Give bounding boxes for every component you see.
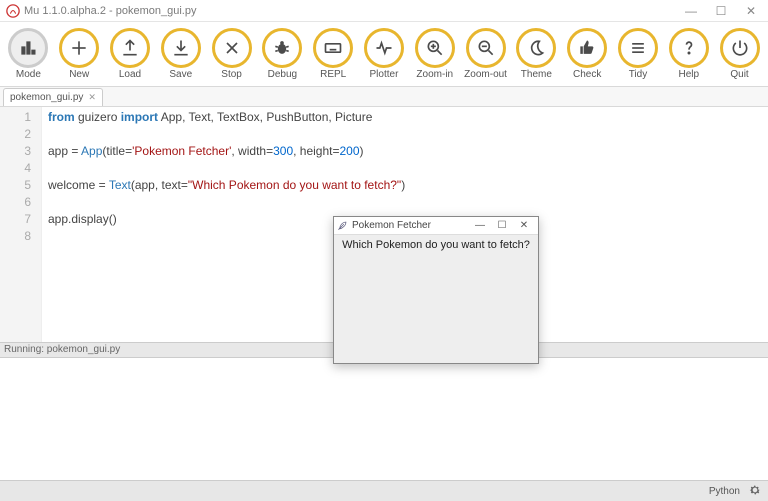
window-title: Mu 1.1.0.alpha.2 - pokemon_gui.py [24,5,676,17]
save-button[interactable]: Save [156,28,205,80]
zoom-in-label: Zoom-in [416,69,453,80]
power-icon [720,28,760,68]
question-icon [669,28,709,68]
quit-button[interactable]: Quit [715,28,764,80]
app-window[interactable]: Pokemon Fetcher — ☐ ✕ Which Pokemon do y… [333,216,539,364]
window-maximize-button[interactable]: ☐ [706,0,736,22]
mode-icon [8,28,48,68]
window-titlebar: Mu 1.1.0.alpha.2 - pokemon_gui.py — ☐ ✕ [0,0,768,22]
app-window-titlebar[interactable]: Pokemon Fetcher — ☐ ✕ [334,217,538,235]
stop-icon [212,28,252,68]
new-button[interactable]: New [55,28,104,80]
welcome-text: Which Pokemon do you want to fetch? [342,239,530,251]
tab-label: pokemon_gui.py [10,92,83,103]
zoom-out-icon [466,28,506,68]
check-button[interactable]: Check [563,28,612,80]
app-window-close[interactable]: ✕ [513,220,535,231]
help-label: Help [678,69,699,80]
list-icon [618,28,658,68]
quit-label: Quit [730,69,748,80]
load-button[interactable]: Load [106,28,155,80]
plus-icon [59,28,99,68]
zoom-in-button[interactable]: Zoom-in [410,28,459,80]
line-gutter: 12345678 [0,107,42,342]
plotter-label: Plotter [370,69,399,80]
repl-label: REPL [320,69,346,80]
tidy-label: Tidy [629,69,648,80]
stop-button[interactable]: Stop [207,28,256,80]
mode-label: Mode [16,69,41,80]
debug-label: Debug [268,69,297,80]
thumbs-up-icon [567,28,607,68]
app-logo-icon [6,4,20,18]
app-window-minimize[interactable]: — [469,220,491,231]
zoom-in-icon [415,28,455,68]
tidy-button[interactable]: Tidy [614,28,663,80]
tab-close-icon[interactable]: ✕ [88,93,96,102]
app-window-title: Pokemon Fetcher [352,220,469,231]
repl-button[interactable]: REPL [309,28,358,80]
new-label: New [69,69,89,80]
debug-button[interactable]: Debug [258,28,307,80]
upload-icon [110,28,150,68]
pulse-icon [364,28,404,68]
toolbar: Mode New Load Save Stop Debug REPL Plott… [0,22,768,87]
keyboard-icon [313,28,353,68]
zoom-out-button[interactable]: Zoom-out [461,28,510,80]
zoom-out-label: Zoom-out [464,69,507,80]
theme-label: Theme [521,69,552,80]
check-label: Check [573,69,601,80]
bug-icon [262,28,302,68]
plotter-button[interactable]: Plotter [360,28,409,80]
settings-gear-icon[interactable] [748,483,762,500]
feather-icon [337,220,348,231]
output-panel[interactable] [0,358,768,480]
download-icon [161,28,201,68]
mode-button[interactable]: Mode [4,28,53,80]
load-label: Load [119,69,141,80]
running-text: Running: pokemon_gui.py [4,344,120,355]
save-label: Save [169,69,192,80]
footer: Python [0,480,768,501]
tab-bar: pokemon_gui.py ✕ [0,87,768,107]
theme-button[interactable]: Theme [512,28,561,80]
help-button[interactable]: Help [664,28,713,80]
window-minimize-button[interactable]: — [676,0,706,22]
app-window-maximize[interactable]: ☐ [491,220,513,231]
footer-language: Python [709,486,740,497]
moon-icon [516,28,556,68]
app-window-body: Which Pokemon do you want to fetch? [334,235,538,255]
stop-label: Stop [221,69,242,80]
file-tab[interactable]: pokemon_gui.py ✕ [3,88,103,106]
window-close-button[interactable]: ✕ [736,0,766,22]
